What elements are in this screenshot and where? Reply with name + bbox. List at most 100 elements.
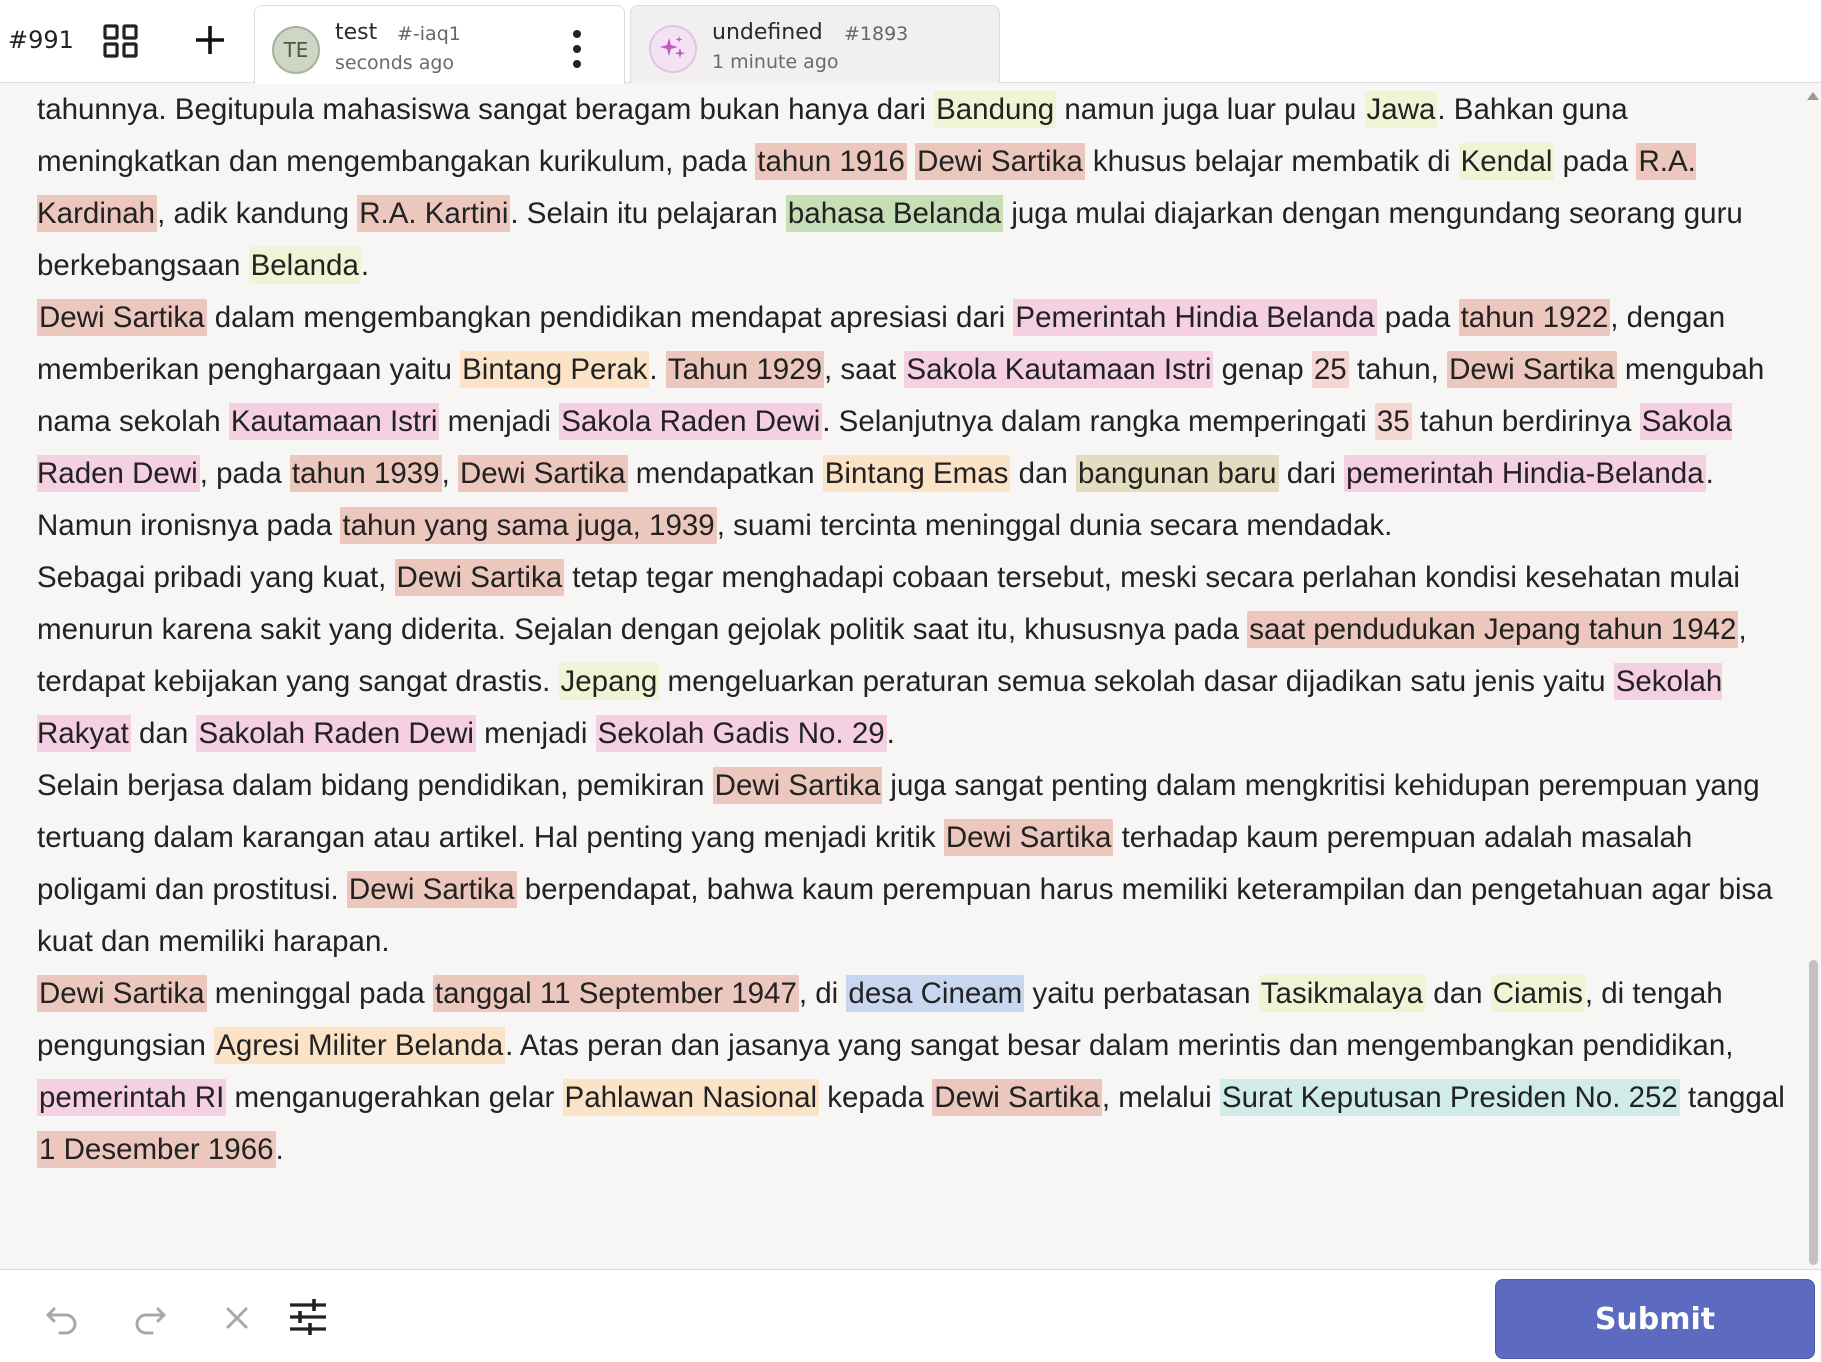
tab-test[interactable]: TE test #-iaq1 seconds ago	[254, 5, 625, 84]
tab-time: 1 minute ago	[712, 51, 839, 73]
text-segment: pada	[1554, 145, 1637, 178]
entity-highlight-org[interactable]: Sakolah Raden Dewi	[196, 715, 476, 752]
entity-highlight-per[interactable]: Dewi Sartika	[346, 871, 517, 908]
paragraph: Dewi Sartika meninggal pada tanggal 11 S…	[37, 968, 1797, 1176]
entity-highlight-org[interactable]: Kautamaan Istri	[228, 403, 440, 440]
entity-highlight-award[interactable]: Pahlawan Nasional	[562, 1079, 820, 1116]
text-segment: .	[360, 249, 370, 282]
entity-highlight-per[interactable]: Dewi Sartika	[712, 767, 883, 804]
entity-highlight-per[interactable]: Dewi Sartika	[915, 143, 1085, 180]
undo-icon[interactable]	[42, 1297, 82, 1337]
entity-highlight-date[interactable]: tahun 1916	[755, 143, 907, 180]
text-segment: menjadi	[439, 405, 560, 438]
entity-highlight-per[interactable]: R.A. Kartini	[357, 195, 511, 232]
tab-undefined[interactable]: undefined #1893 1 minute ago	[630, 5, 1000, 83]
entity-highlight-loc[interactable]: Ciamis	[1490, 975, 1585, 1012]
text-segment: .	[275, 1133, 284, 1166]
tab-time: seconds ago	[335, 52, 455, 74]
text-segment: , adik kandung	[157, 197, 358, 230]
entity-highlight-bld[interactable]: bangunan baru	[1076, 455, 1279, 492]
entity-highlight-award[interactable]: Bintang Emas	[822, 455, 1011, 492]
entity-highlight-date[interactable]: tahun 1922	[1458, 299, 1611, 336]
tab-title: undefined	[712, 20, 823, 45]
entity-highlight-org[interactable]: Sekolah Gadis No. 29	[595, 715, 887, 752]
entity-highlight-per[interactable]: Dewi Sartika	[457, 455, 628, 492]
document-viewer: tahunnya. Begitupula mahasiswa sangat be…	[0, 84, 1806, 1269]
text-segment: meninggal pada	[206, 977, 433, 1010]
paragraph: Dewi Sartika dalam mengembangkan pendidi…	[37, 292, 1797, 552]
entity-highlight-award[interactable]: Agresi Militer Belanda	[214, 1027, 506, 1064]
text-segment: dari	[1278, 457, 1345, 490]
text-segment: , di	[798, 977, 847, 1010]
text-segment: tahun berdirinya	[1411, 405, 1640, 438]
text-segment: menganugerahkan gelar	[226, 1081, 563, 1114]
text-segment: mengeluarkan peraturan semua sekolah das…	[659, 665, 1614, 698]
text-segment: tahunnya. Begitupula mahasiswa sangat be…	[37, 93, 935, 126]
entity-highlight-date[interactable]: tahun 1939	[289, 455, 442, 492]
entity-highlight-per[interactable]: Dewi Sartika	[1447, 351, 1617, 388]
text-segment: pada	[1376, 301, 1459, 334]
redo-icon[interactable]	[130, 1297, 170, 1337]
entity-highlight-lang[interactable]: bahasa Belanda	[785, 195, 1004, 232]
entity-highlight-date[interactable]: Tahun 1929	[665, 351, 825, 388]
scrollbar-thumb[interactable]	[1809, 960, 1818, 1265]
entity-highlight-num[interactable]: 25	[1311, 351, 1349, 388]
entity-highlight-org[interactable]: Sakola Kautamaan Istri	[904, 351, 1214, 388]
paragraph: Selain berjasa dalam bidang pendidikan, …	[37, 760, 1797, 968]
entity-highlight-loc[interactable]: Tasikmalaya	[1258, 975, 1426, 1012]
close-icon[interactable]	[218, 1297, 258, 1337]
entity-highlight-num[interactable]: 35	[1374, 403, 1412, 440]
text-segment: mendapatkan	[627, 457, 823, 490]
text-segment: dan	[130, 717, 197, 750]
grid-icon[interactable]	[102, 23, 140, 59]
text-segment: . Atas peran dan jasanya yang sangat bes…	[505, 1029, 1734, 1062]
entity-highlight-org[interactable]: pemerintah RI	[37, 1079, 227, 1116]
sliders-icon[interactable]	[288, 1297, 328, 1337]
entity-highlight-org[interactable]: pemerintah Hindia-Belanda	[1344, 455, 1706, 492]
paragraph: Sebagai pribadi yang kuat, Dewi Sartika …	[37, 552, 1797, 760]
tab-id: #1893	[844, 23, 909, 45]
entity-highlight-per[interactable]: Dewi Sartika	[943, 819, 1114, 856]
tab-id: #-iaq1	[397, 23, 461, 45]
entity-highlight-date[interactable]: tanggal 11 September 1947	[432, 975, 799, 1012]
entity-highlight-law[interactable]: Surat Keputusan Presiden No. 252	[1219, 1079, 1680, 1116]
entity-highlight-loc[interactable]: Belanda	[248, 247, 361, 284]
entity-highlight-loc[interactable]: Bandung	[934, 91, 1057, 128]
entity-highlight-fac[interactable]: desa Cineam	[846, 975, 1025, 1012]
text-segment: dan	[1425, 977, 1491, 1010]
text-segment: , suami tercinta meninggal dunia secara …	[716, 509, 1393, 542]
entity-highlight-per[interactable]: Dewi Sartika	[37, 299, 207, 336]
text-segment: , melalui	[1101, 1081, 1220, 1114]
entity-highlight-per[interactable]: Dewi Sartika	[37, 975, 207, 1012]
text-segment: ,	[441, 457, 458, 490]
submit-button[interactable]: Submit	[1495, 1279, 1815, 1359]
entity-highlight-per[interactable]: Dewi Sartika	[932, 1079, 1102, 1116]
text-segment: genap	[1213, 353, 1312, 386]
text-segment: . Selain itu pelajaran	[510, 197, 786, 230]
text-segment: Sebagai pribadi yang kuat,	[37, 561, 395, 594]
text-segment: Selain berjasa dalam bidang pendidikan, …	[37, 769, 713, 802]
entity-highlight-per[interactable]: Dewi Sartika	[394, 559, 565, 596]
text-segment: namun juga luar pulau	[1056, 93, 1365, 126]
entity-highlight-loc[interactable]: Jepang	[558, 663, 660, 700]
entity-highlight-award[interactable]: Bintang Perak	[460, 351, 650, 388]
entity-highlight-org[interactable]: Pemerintah Hindia Belanda	[1013, 299, 1377, 336]
entity-highlight-loc[interactable]: Jawa	[1364, 91, 1438, 128]
scroll-up-arrow-icon[interactable]	[1807, 92, 1819, 100]
entity-highlight-date[interactable]: tahun yang sama juga, 1939	[340, 507, 717, 544]
tab-title: test	[335, 20, 378, 45]
entity-highlight-date[interactable]: 1 Desember 1966	[37, 1131, 276, 1168]
annotated-text: tahunnya. Begitupula mahasiswa sangat be…	[37, 84, 1797, 1176]
entity-highlight-date[interactable]: saat pendudukan Jepang tahun 1942	[1247, 611, 1739, 648]
entity-highlight-org[interactable]: Sakola Raden Dewi	[559, 403, 823, 440]
text-segment: tanggal	[1679, 1081, 1785, 1114]
paragraph: tahunnya. Begitupula mahasiswa sangat be…	[37, 84, 1797, 292]
avatar: TE	[272, 26, 320, 74]
text-segment: , saat	[824, 353, 905, 386]
more-vertical-icon[interactable]	[569, 28, 585, 70]
text-segment	[907, 145, 915, 178]
entity-highlight-loc[interactable]: Kendal	[1458, 143, 1555, 180]
text-segment: .	[649, 353, 666, 386]
add-tab-icon[interactable]	[190, 20, 230, 60]
text-segment: , pada	[199, 457, 290, 490]
